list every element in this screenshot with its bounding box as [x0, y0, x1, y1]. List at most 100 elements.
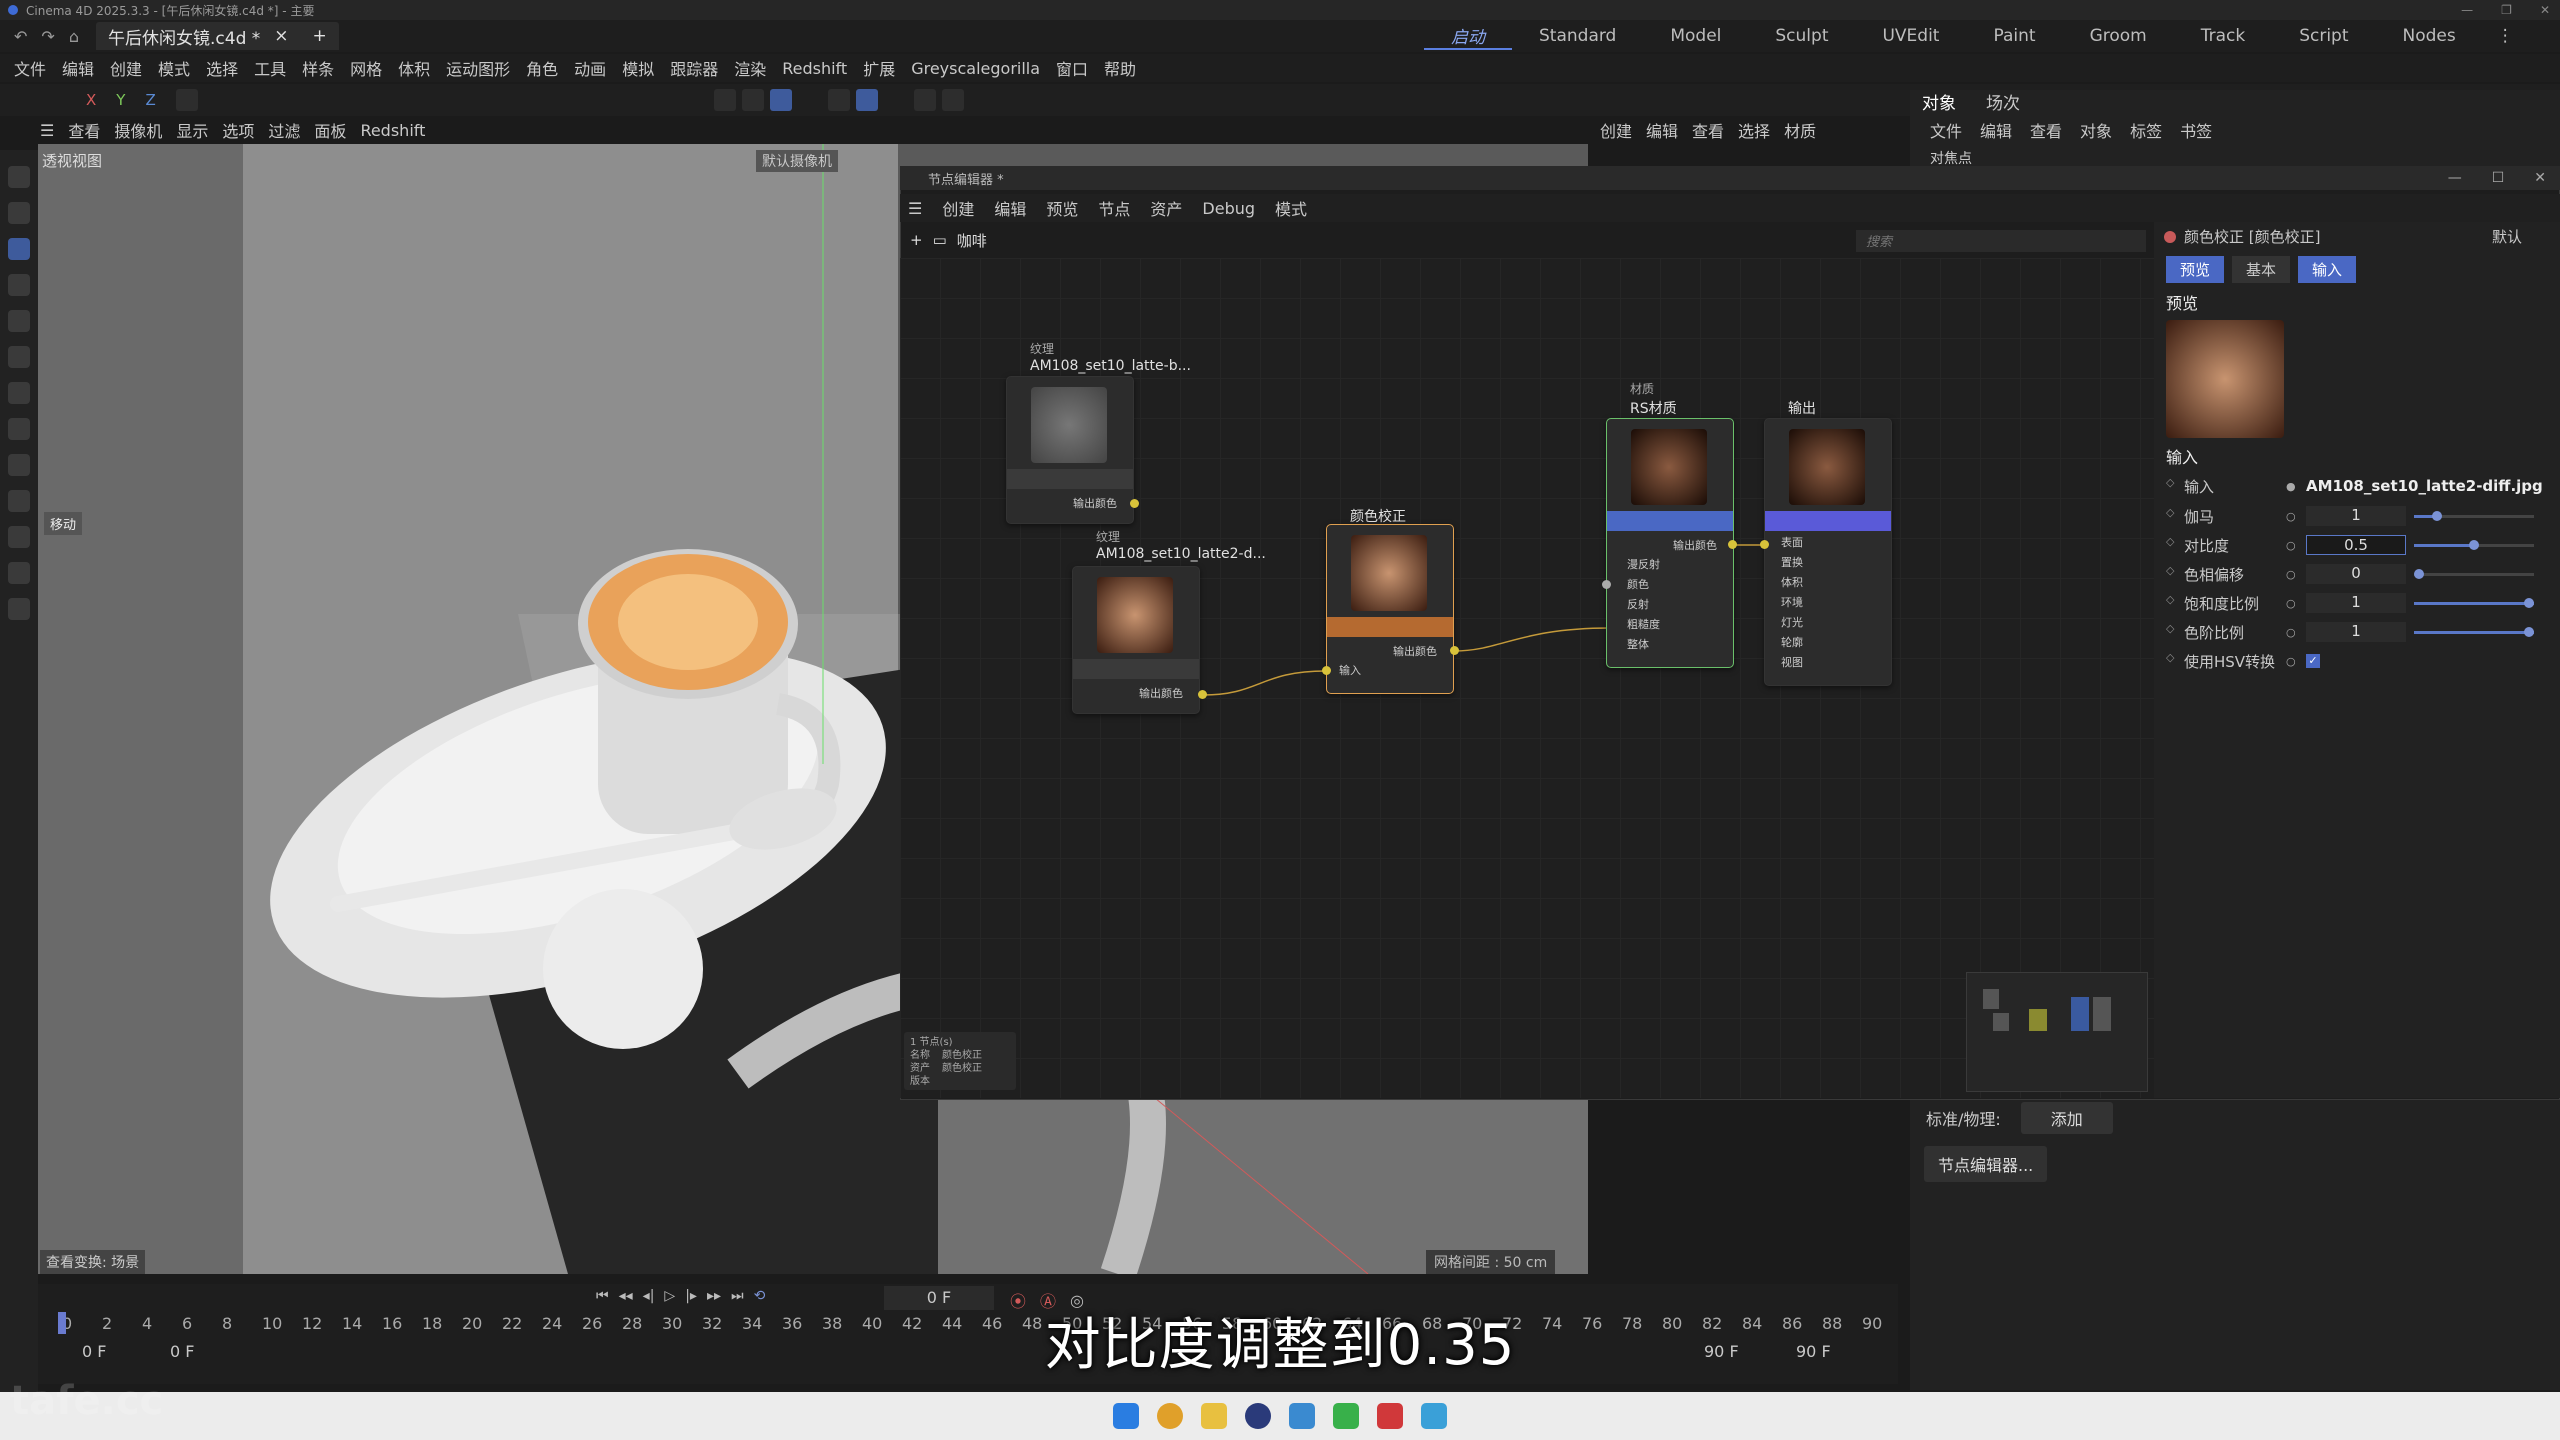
menu-greyscalegorilla[interactable]: Greyscalegorilla	[903, 59, 1048, 78]
node-tex2-output-port[interactable]	[1198, 690, 1207, 699]
chrome-icon[interactable]	[1157, 1403, 1183, 1429]
notes-icon[interactable]	[1289, 1403, 1315, 1429]
node-rs-port-diffuse[interactable]: 漫反射	[1627, 555, 1660, 575]
menu-tools[interactable]: 工具	[246, 56, 294, 80]
layout-nodes[interactable]: Nodes	[2376, 26, 2483, 46]
restore-icon[interactable]: ❐	[2501, 3, 2512, 17]
ne-menu-assets[interactable]: 资产	[1150, 196, 1182, 220]
node-rs-port-color[interactable]: 颜色	[1627, 575, 1660, 595]
add-button[interactable]: 添加	[2020, 1102, 2113, 1134]
menu-tracker[interactable]: 跟踪器	[662, 56, 726, 80]
node-out-port-surface[interactable]: 表面	[1781, 533, 1803, 553]
app-green-icon[interactable]	[1333, 1403, 1359, 1429]
ne-menu-icon[interactable]: ☰	[908, 199, 922, 218]
menu-render[interactable]: 渲染	[726, 56, 774, 80]
node-rs-output-port[interactable]	[1728, 540, 1737, 549]
attr-hue-value[interactable]: 0	[2306, 564, 2406, 584]
folder-icon[interactable]: ▭	[933, 231, 947, 249]
om-menu-tags[interactable]: 标签	[2130, 118, 2162, 142]
ne-menu-mode[interactable]: 模式	[1275, 196, 1307, 220]
vp2-menu-view[interactable]: 查看	[1692, 118, 1724, 142]
menu-mesh[interactable]: 网格	[342, 56, 390, 80]
attr-input-value[interactable]: AM108_set10_latte2-diff.jpg	[2306, 477, 2543, 495]
magnet-icon[interactable]	[8, 598, 30, 620]
node-cc-output-port[interactable]	[1450, 646, 1459, 655]
cinema4d-icon[interactable]	[1245, 1403, 1271, 1429]
vp-menu-panel[interactable]: 面板	[314, 118, 346, 142]
vp2-menu-material[interactable]: 材质	[1784, 118, 1816, 142]
attr-hsv-checkbox[interactable]: ✓	[2306, 654, 2320, 668]
spline-pen-icon[interactable]	[8, 418, 30, 440]
vp-menu-redshift[interactable]: Redshift	[360, 121, 425, 140]
node-out-port-volume[interactable]: 体积	[1781, 573, 1803, 593]
node-out-port-environment[interactable]: 环境	[1781, 593, 1803, 613]
layout-startup[interactable]: 启动	[1424, 23, 1512, 50]
node-search-input[interactable]	[1856, 230, 2146, 252]
menu-extensions[interactable]: 扩展	[855, 56, 903, 80]
menu-redshift[interactable]: Redshift	[774, 59, 855, 78]
menu-file[interactable]: 文件	[6, 56, 54, 80]
node-rs-port-overall[interactable]: 整体	[1627, 635, 1660, 655]
home-icon[interactable]: ⌂	[69, 27, 79, 46]
node-texture-2[interactable]: 输出颜色	[1072, 566, 1200, 714]
extrude-icon[interactable]	[8, 490, 30, 512]
vp-menu-camera[interactable]: 摄像机	[114, 118, 162, 142]
vp-menu-view[interactable]: 查看	[68, 118, 100, 142]
app-photos-icon[interactable]	[1421, 1403, 1447, 1429]
viewport-menu-icon[interactable]: ☰	[40, 121, 54, 140]
menu-edit[interactable]: 编辑	[54, 56, 102, 80]
menu-mograph[interactable]: 运动图形	[438, 56, 518, 80]
node-cc-input-port[interactable]	[1322, 666, 1331, 675]
menu-simulate[interactable]: 模拟	[614, 56, 662, 80]
node-texture-1[interactable]: 输出颜色	[1006, 376, 1134, 524]
vp-menu-display[interactable]: 显示	[176, 118, 208, 142]
attr-tab-preview[interactable]: 预览	[2166, 256, 2225, 283]
workplane-icon[interactable]	[913, 89, 936, 111]
layout-sculpt[interactable]: Sculpt	[1748, 26, 1855, 46]
brush-icon[interactable]	[8, 526, 30, 548]
snap-icon[interactable]	[827, 89, 850, 111]
more-icon[interactable]: ⋮	[2483, 26, 2528, 46]
menu-create[interactable]: 创建	[102, 56, 150, 80]
axis-x[interactable]: X	[86, 91, 96, 109]
live-select-icon[interactable]	[8, 166, 30, 188]
node-out-port-contour[interactable]: 轮廓	[1781, 633, 1803, 653]
menu-help[interactable]: 帮助	[1096, 56, 1144, 80]
ne-menu-debug[interactable]: Debug	[1202, 199, 1255, 218]
vp2-menu-edit[interactable]: 编辑	[1646, 118, 1678, 142]
node-tex1-output-port[interactable]	[1130, 499, 1139, 508]
layout-track[interactable]: Track	[2174, 26, 2272, 46]
axis-icon[interactable]	[8, 382, 30, 404]
render-settings-icon[interactable]	[769, 89, 792, 111]
om-menu-file[interactable]: 文件	[1930, 118, 1962, 142]
node-color-correct[interactable]: 输出颜色 输入	[1326, 524, 1454, 694]
layout-standard[interactable]: Standard	[1512, 26, 1643, 46]
attr-saturation-keyframe-icon[interactable]: ○	[2286, 597, 2306, 610]
layout-script[interactable]: Script	[2272, 26, 2375, 46]
ne-maximize-icon[interactable]: ☐	[2492, 170, 2505, 186]
attr-row-saturation[interactable]: 饱和度比例 ○ 1	[2166, 591, 2556, 615]
windows-start-icon[interactable]	[1113, 1403, 1139, 1429]
document-tab[interactable]: 午后休闲女镜.c4d * × +	[96, 22, 339, 50]
node-out-port-displacement[interactable]: 置换	[1781, 553, 1803, 573]
vp2-menu-select[interactable]: 选择	[1738, 118, 1770, 142]
file-explorer-icon[interactable]	[1201, 1403, 1227, 1429]
attr-contrast-slider[interactable]	[2414, 539, 2534, 550]
attr-row-level[interactable]: 色阶比例 ○ 1	[2166, 620, 2556, 644]
attr-row-gamma[interactable]: 伽马 ○ 1	[2166, 504, 2556, 528]
node-rs-material[interactable]: 输出颜色 漫反射 颜色 反射 粗糙度 整体	[1606, 418, 1734, 668]
layout-model[interactable]: Model	[1643, 26, 1748, 46]
vp-menu-options[interactable]: 选项	[222, 118, 254, 142]
attr-hue-slider[interactable]	[2414, 568, 2534, 579]
om-menu-view[interactable]: 查看	[2030, 118, 2062, 142]
attr-tab-basic[interactable]: 基本	[2232, 256, 2291, 283]
attr-preset[interactable]: 默认	[2492, 226, 2522, 247]
attr-level-slider[interactable]	[2414, 626, 2534, 637]
attr-row-hue[interactable]: 色相偏移 ○ 0	[2166, 562, 2556, 586]
axis-y[interactable]: Y	[116, 91, 125, 109]
node-output[interactable]: 表面 置换 体积 环境 灯光 轮廓 视图	[1764, 418, 1892, 686]
attr-level-value[interactable]: 1	[2306, 622, 2406, 642]
attr-saturation-slider[interactable]	[2414, 597, 2534, 608]
scale-icon[interactable]	[8, 310, 30, 332]
menu-mode[interactable]: 模式	[150, 56, 198, 80]
